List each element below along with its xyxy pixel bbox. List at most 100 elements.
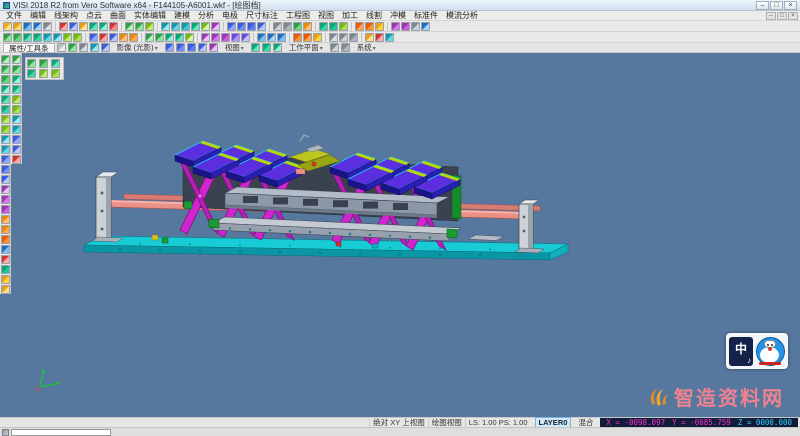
edges-quick-icon[interactable] <box>90 43 99 52</box>
circle-tool-icon[interactable] <box>1 105 10 114</box>
select-arrow-icon[interactable] <box>1 55 10 64</box>
zoom-in-icon[interactable] <box>171 22 180 31</box>
menu-item[interactable]: 视图 <box>314 10 338 21</box>
ellipse-icon[interactable] <box>43 33 52 42</box>
measure-tool-icon[interactable] <box>1 285 10 294</box>
zoom-fit-icon[interactable] <box>191 22 200 31</box>
select-window-icon[interactable] <box>135 22 144 31</box>
front-quick-icon[interactable] <box>187 43 196 52</box>
move-icon[interactable] <box>145 33 154 42</box>
new-file-icon[interactable] <box>3 22 12 31</box>
cut-icon[interactable] <box>59 22 68 31</box>
shell-icon[interactable] <box>241 33 250 42</box>
intersect-icon[interactable] <box>277 33 286 42</box>
refresh-view-icon[interactable] <box>39 69 48 78</box>
workplane-3pt-icon[interactable] <box>273 43 282 52</box>
box-tool-icon[interactable] <box>1 155 10 164</box>
sweep-tool-icon[interactable] <box>1 205 10 214</box>
rotate-icon[interactable] <box>155 33 164 42</box>
copy-icon[interactable] <box>69 22 78 31</box>
menu-item[interactable]: 加工 <box>338 10 362 21</box>
grip-icon[interactable] <box>57 43 66 52</box>
fillet-tool-icon[interactable] <box>1 215 10 224</box>
toolbar-group-label[interactable]: 视图▾ <box>222 43 247 53</box>
minimize-button[interactable]: – <box>756 1 769 10</box>
help-icon[interactable] <box>421 22 430 31</box>
analyze-tool-icon[interactable] <box>1 275 10 284</box>
workplane-xy-icon[interactable] <box>251 43 260 52</box>
select-icon[interactable] <box>125 22 134 31</box>
dimension-icon[interactable] <box>365 22 374 31</box>
side-quick-icon[interactable] <box>198 43 207 52</box>
pan-dynamic-icon[interactable] <box>51 59 60 68</box>
array-entity-icon[interactable] <box>12 105 21 114</box>
face-filter-icon[interactable] <box>329 33 338 42</box>
delete-icon[interactable] <box>109 22 118 31</box>
menu-item[interactable]: 建模 <box>170 10 194 21</box>
menu-item[interactable]: 点云 <box>82 10 106 21</box>
layer-manager-icon[interactable] <box>319 22 328 31</box>
project-icon[interactable] <box>12 125 21 134</box>
subtract-icon[interactable] <box>267 33 276 42</box>
menu-item[interactable]: 标准件 <box>410 10 442 21</box>
menu-item[interactable]: 线架构 <box>50 10 82 21</box>
plane-tool-icon[interactable] <box>1 145 10 154</box>
mirror-entity-icon[interactable] <box>12 85 21 94</box>
rendered-icon[interactable] <box>303 22 312 31</box>
wireframe-icon[interactable] <box>273 22 282 31</box>
top-quick-icon[interactable] <box>176 43 185 52</box>
polyline-icon[interactable] <box>13 33 22 42</box>
toolbar-group-label[interactable]: 系统▾ <box>354 43 379 53</box>
menu-item[interactable]: 工程图 <box>282 10 314 21</box>
stitch-tool-icon[interactable] <box>1 265 10 274</box>
command-input[interactable] <box>11 429 111 436</box>
menu-item[interactable]: 模流分析 <box>442 10 482 21</box>
annotation-icon[interactable] <box>375 22 384 31</box>
translate-icon[interactable] <box>12 65 21 74</box>
background-icon[interactable] <box>385 33 394 42</box>
transform-icon[interactable] <box>12 55 21 64</box>
menu-item[interactable]: 曲面 <box>106 10 130 21</box>
print-icon[interactable] <box>43 22 52 31</box>
revolve-icon[interactable] <box>211 33 220 42</box>
full-view-icon[interactable] <box>51 69 60 78</box>
material-icon[interactable] <box>375 33 384 42</box>
rotate-view-icon[interactable] <box>211 22 220 31</box>
save-all-icon[interactable] <box>33 22 42 31</box>
save-icon[interactable] <box>23 22 32 31</box>
zoom-window-icon[interactable] <box>161 22 170 31</box>
iso-view-icon[interactable] <box>227 22 236 31</box>
edge-filter-icon[interactable] <box>339 33 348 42</box>
rotate-entity-icon[interactable] <box>12 75 21 84</box>
menu-item[interactable]: 冲模 <box>386 10 410 21</box>
explode-icon[interactable] <box>12 155 21 164</box>
polyline-tool-icon[interactable] <box>1 85 10 94</box>
shaded-icon[interactable] <box>293 22 302 31</box>
settings-icon[interactable] <box>330 43 339 52</box>
mirror-icon[interactable] <box>165 33 174 42</box>
boolean-tool-icon[interactable] <box>1 245 10 254</box>
light-icon[interactable] <box>365 33 374 42</box>
surface-tool-icon[interactable] <box>1 135 10 144</box>
extrude-tool-icon[interactable] <box>1 185 10 194</box>
maximize-button[interactable]: □ <box>770 1 783 10</box>
trim-tool-icon[interactable] <box>1 255 10 264</box>
toolbar-group-label[interactable]: 影像 (光影)▾ <box>114 43 161 53</box>
cad-model[interactable] <box>84 135 568 260</box>
grid-icon[interactable] <box>411 22 420 31</box>
zoom-out-icon[interactable] <box>181 22 190 31</box>
undo-icon[interactable] <box>89 22 98 31</box>
redo-icon[interactable] <box>99 22 108 31</box>
menu-item[interactable]: 线割 <box>362 10 386 21</box>
circle-icon[interactable] <box>33 33 42 42</box>
curve-tool-icon[interactable] <box>1 125 10 134</box>
paste-icon[interactable] <box>79 22 88 31</box>
front-view-icon[interactable] <box>237 22 246 31</box>
array-icon[interactable] <box>185 33 194 42</box>
close-button[interactable]: × <box>784 1 797 10</box>
line-tool-icon[interactable] <box>1 75 10 84</box>
wireframe-quick-icon[interactable] <box>79 43 88 52</box>
child-restore-button[interactable]: □ <box>777 12 787 20</box>
boss-icon[interactable] <box>313 33 322 42</box>
select-chain-icon[interactable] <box>145 22 154 31</box>
